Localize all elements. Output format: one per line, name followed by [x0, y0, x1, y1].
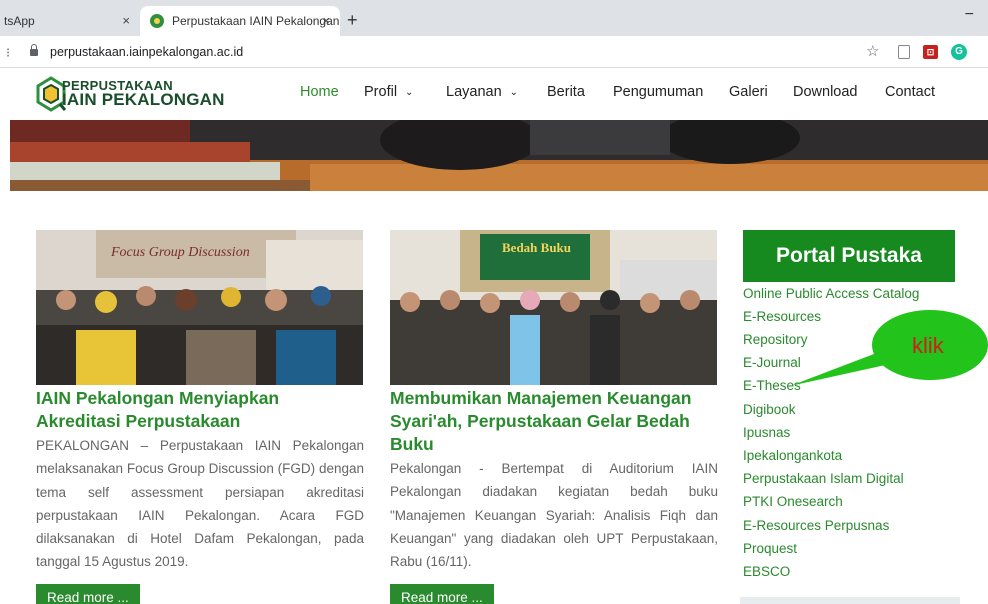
post-title-line: Buku — [390, 434, 434, 454]
chevron-down-icon: ⌄ — [509, 86, 519, 98]
bookmark-star-icon[interactable]: ☆ — [866, 42, 879, 60]
sidebar-link-ptki-onesearch[interactable]: PTKI Onesearch — [743, 494, 843, 509]
new-tab-button[interactable]: + — [347, 10, 358, 31]
sidebar-link-ipusnas[interactable]: Ipusnas — [743, 425, 790, 440]
post-title-line: Syari'ah, Perpustakaan Gelar Bedah — [390, 411, 690, 431]
sidebar-link-opac[interactable]: Online Public Access Catalog — [743, 286, 919, 301]
logo-line2[interactable]: IAIN PEKALONGAN — [62, 90, 225, 110]
callout-text: klik — [912, 333, 944, 358]
post-title-line: IAIN Pekalongan Menyiapkan — [36, 388, 280, 408]
post-title[interactable]: IAIN Pekalongan Menyiapkan Akreditasi Pe… — [36, 387, 364, 433]
read-more-button[interactable]: Read more ... — [390, 584, 494, 604]
nav-label: Profil — [364, 84, 398, 100]
nav-contact[interactable]: Contact — [885, 84, 935, 100]
sidebar-link-ebsco[interactable]: EBSCO — [743, 564, 790, 579]
pdf-icon[interactable]: ⊡ — [923, 45, 938, 59]
nav-label: Layanan — [446, 84, 502, 100]
post-photo: Bedah Buku — [390, 230, 717, 385]
url-field[interactable]: perpustakaan.iainpekalongan.ac.id — [24, 40, 844, 64]
sidebar-widget-edge — [740, 597, 960, 604]
post-title-line: Membumikan Manajemen Keuangan — [390, 388, 692, 408]
chevron-down-icon: ⌄ — [405, 86, 414, 98]
portal-pustaka-heading: Portal Pustaka — [743, 230, 955, 282]
hero-banner — [10, 120, 988, 191]
sidebar-link-ipekalongankota[interactable]: Ipekalongankota — [743, 448, 842, 463]
post-image[interactable]: Bedah Buku — [390, 230, 717, 385]
tab-label: Perpustakaan IAIN Pekalongan — [172, 14, 340, 28]
url-text: perpustakaan.iainpekalongan.ac.id — [50, 45, 244, 59]
minimize-button[interactable]: − — [965, 6, 974, 24]
tab-label: tsApp — [4, 14, 35, 28]
page-icon[interactable] — [898, 45, 910, 59]
tab-perpustakaan[interactable]: Perpustakaan IAIN Pekalongan × — [140, 6, 340, 36]
nav-label: Contact — [885, 84, 935, 100]
site-favicon-icon — [150, 14, 164, 28]
nav-label: Home — [300, 84, 339, 100]
nav-download[interactable]: Download — [793, 84, 858, 100]
image-caption: Bedah Buku — [502, 240, 571, 255]
post-photo: Focus Group Discussion — [36, 230, 363, 385]
nav-label: Download — [793, 84, 858, 100]
nav-galeri[interactable]: Galeri — [729, 84, 768, 100]
close-icon[interactable]: × — [122, 13, 130, 28]
nav-berita[interactable]: Berita — [547, 84, 585, 100]
site-header: PERPUSTAKAAN IAIN PEKALONGAN Home Profil… — [0, 68, 988, 120]
nav-home[interactable]: Home — [300, 84, 339, 100]
post-image[interactable]: Focus Group Discussion — [36, 230, 363, 385]
nav-layanan[interactable]: Layanan ⌄ — [446, 84, 518, 100]
close-icon[interactable]: × — [322, 13, 330, 28]
browser-tab-bar: tsApp × Perpustakaan IAIN Pekalongan × +… — [0, 0, 988, 36]
sidebar-link-perpustakaan-islam-digital[interactable]: Perpustakaan Islam Digital — [743, 471, 904, 486]
tab-whatsapp[interactable]: tsApp × — [0, 6, 140, 36]
nav-label: Pengumuman — [613, 84, 704, 100]
read-more-button[interactable]: Read more ... — [36, 584, 140, 604]
sidebar-link-digibook[interactable]: Digibook — [743, 402, 796, 417]
grammarly-icon[interactable]: G — [951, 44, 967, 60]
nav-pengumuman[interactable]: Pengumuman — [613, 84, 703, 100]
post-card: Focus Group Discussion IAIN Pekalongan M… — [36, 230, 364, 574]
nav-label: Berita — [547, 84, 585, 100]
nav-profil[interactable]: Profil ⌄ — [364, 84, 413, 100]
lock-icon — [30, 43, 38, 56]
nav-label: Galeri — [729, 84, 768, 100]
sidebar-link-proquest[interactable]: Proquest — [743, 541, 797, 556]
post-excerpt: Pekalongan - Bertempat di Auditorium IAI… — [390, 461, 718, 570]
post-title-line: Akreditasi Perpustakaan — [36, 411, 241, 431]
image-caption: Focus Group Discussion — [110, 245, 250, 260]
address-bar: ⁝ perpustakaan.iainpekalongan.ac.id ☆ ⊡ … — [0, 36, 988, 68]
post-excerpt: PEKALONGAN – Perpustakaan IAIN Pekalonga… — [36, 438, 364, 570]
sidebar-link-e-resources-perpusnas[interactable]: E-Resources Perpusnas — [743, 518, 889, 533]
post-title[interactable]: Membumikan Manajemen Keuangan Syari'ah, … — [390, 387, 718, 456]
sidebar-link-e-resources[interactable]: E-Resources — [743, 309, 821, 324]
post-card: Bedah Buku Membumikan Manajemen Keuangan… — [390, 230, 718, 573]
overflow-icon[interactable]: ⁝ — [6, 45, 10, 61]
hero-image — [10, 120, 988, 191]
